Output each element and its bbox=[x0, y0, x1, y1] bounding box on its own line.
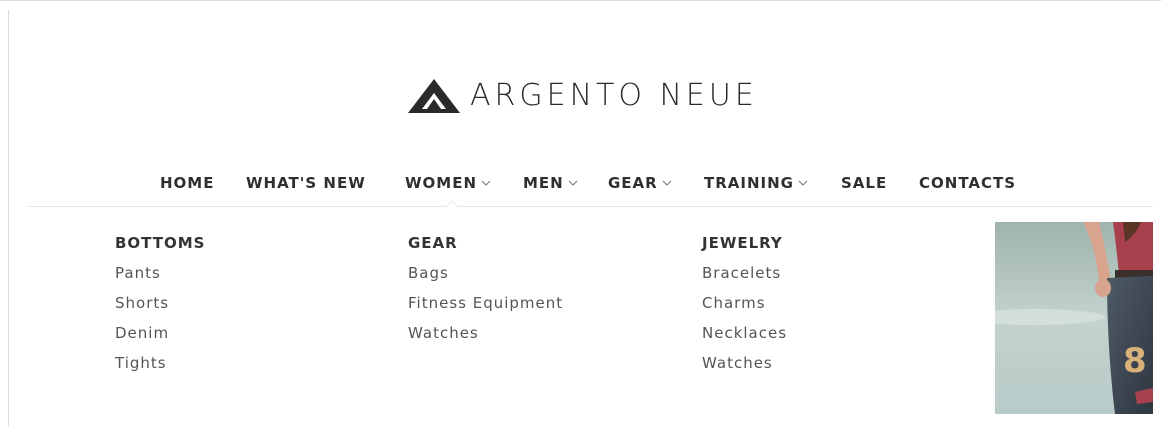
menu-column-gear: GEAR Bags Fitness Equipment Watches bbox=[408, 232, 563, 352]
nav-item-label: WOMEN bbox=[405, 174, 478, 192]
frame-left-border bbox=[8, 10, 9, 427]
menu-column-title[interactable]: GEAR bbox=[408, 232, 563, 254]
menu-link[interactable]: Pants bbox=[115, 262, 205, 284]
menu-link[interactable]: Denim bbox=[115, 322, 205, 344]
menu-link[interactable]: Fitness Equipment bbox=[408, 292, 563, 314]
menu-link[interactable]: Bags bbox=[408, 262, 563, 284]
menu-link[interactable]: Shorts bbox=[115, 292, 205, 314]
chevron-down-icon bbox=[662, 180, 672, 186]
nav-item-sale[interactable]: SALE bbox=[841, 172, 887, 194]
svg-text:8: 8 bbox=[1123, 341, 1147, 381]
brand-logo[interactable]: ARGENTO NEUE bbox=[408, 78, 758, 114]
menu-link[interactable]: Watches bbox=[408, 322, 563, 344]
promo-image[interactable]: 8 bbox=[995, 222, 1153, 414]
menu-link[interactable]: Charms bbox=[702, 292, 787, 314]
nav-item-whats-new[interactable]: WHAT'S NEW bbox=[246, 172, 366, 194]
dropdown-caret-icon bbox=[446, 200, 458, 208]
brand-name: ARGENTO NEUE bbox=[470, 78, 758, 113]
nav-item-label: CONTACTS bbox=[919, 174, 1017, 192]
triangle-mountain-icon bbox=[408, 79, 460, 113]
menu-link[interactable]: Watches bbox=[702, 352, 787, 374]
menu-link[interactable]: Bracelets bbox=[702, 262, 787, 284]
nav-item-label: HOME bbox=[160, 174, 215, 192]
menu-link[interactable]: Necklaces bbox=[702, 322, 787, 344]
nav-item-label: WHAT'S NEW bbox=[246, 174, 366, 192]
woman-in-denim-shorts-photo: 8 bbox=[995, 222, 1153, 414]
chevron-down-icon bbox=[481, 180, 491, 186]
nav-item-gear[interactable]: GEAR bbox=[608, 172, 672, 194]
menu-column-jewelry: JEWELRY Bracelets Charms Necklaces Watch… bbox=[702, 232, 787, 382]
menu-column-bottoms: BOTTOMS Pants Shorts Denim Tights bbox=[115, 232, 205, 382]
nav-item-label: MEN bbox=[523, 174, 564, 192]
nav-item-label: SALE bbox=[841, 174, 888, 192]
main-nav: HOME WHAT'S NEW WOMEN MEN GEAR TRAINING … bbox=[0, 172, 1161, 196]
nav-item-label: TRAINING bbox=[704, 174, 794, 192]
nav-item-men[interactable]: MEN bbox=[523, 172, 578, 194]
nav-item-contacts[interactable]: CONTACTS bbox=[919, 172, 1016, 194]
chevron-down-icon bbox=[798, 180, 808, 186]
nav-divider bbox=[28, 206, 1153, 207]
nav-item-label: GEAR bbox=[608, 174, 658, 192]
menu-link[interactable]: Tights bbox=[115, 352, 205, 374]
menu-column-title[interactable]: BOTTOMS bbox=[115, 232, 205, 254]
nav-item-home[interactable]: HOME bbox=[160, 172, 214, 194]
nav-item-training[interactable]: TRAINING bbox=[704, 172, 808, 194]
nav-item-women[interactable]: WOMEN bbox=[405, 172, 491, 194]
menu-column-title[interactable]: JEWELRY bbox=[702, 232, 787, 254]
chevron-down-icon bbox=[568, 180, 578, 186]
